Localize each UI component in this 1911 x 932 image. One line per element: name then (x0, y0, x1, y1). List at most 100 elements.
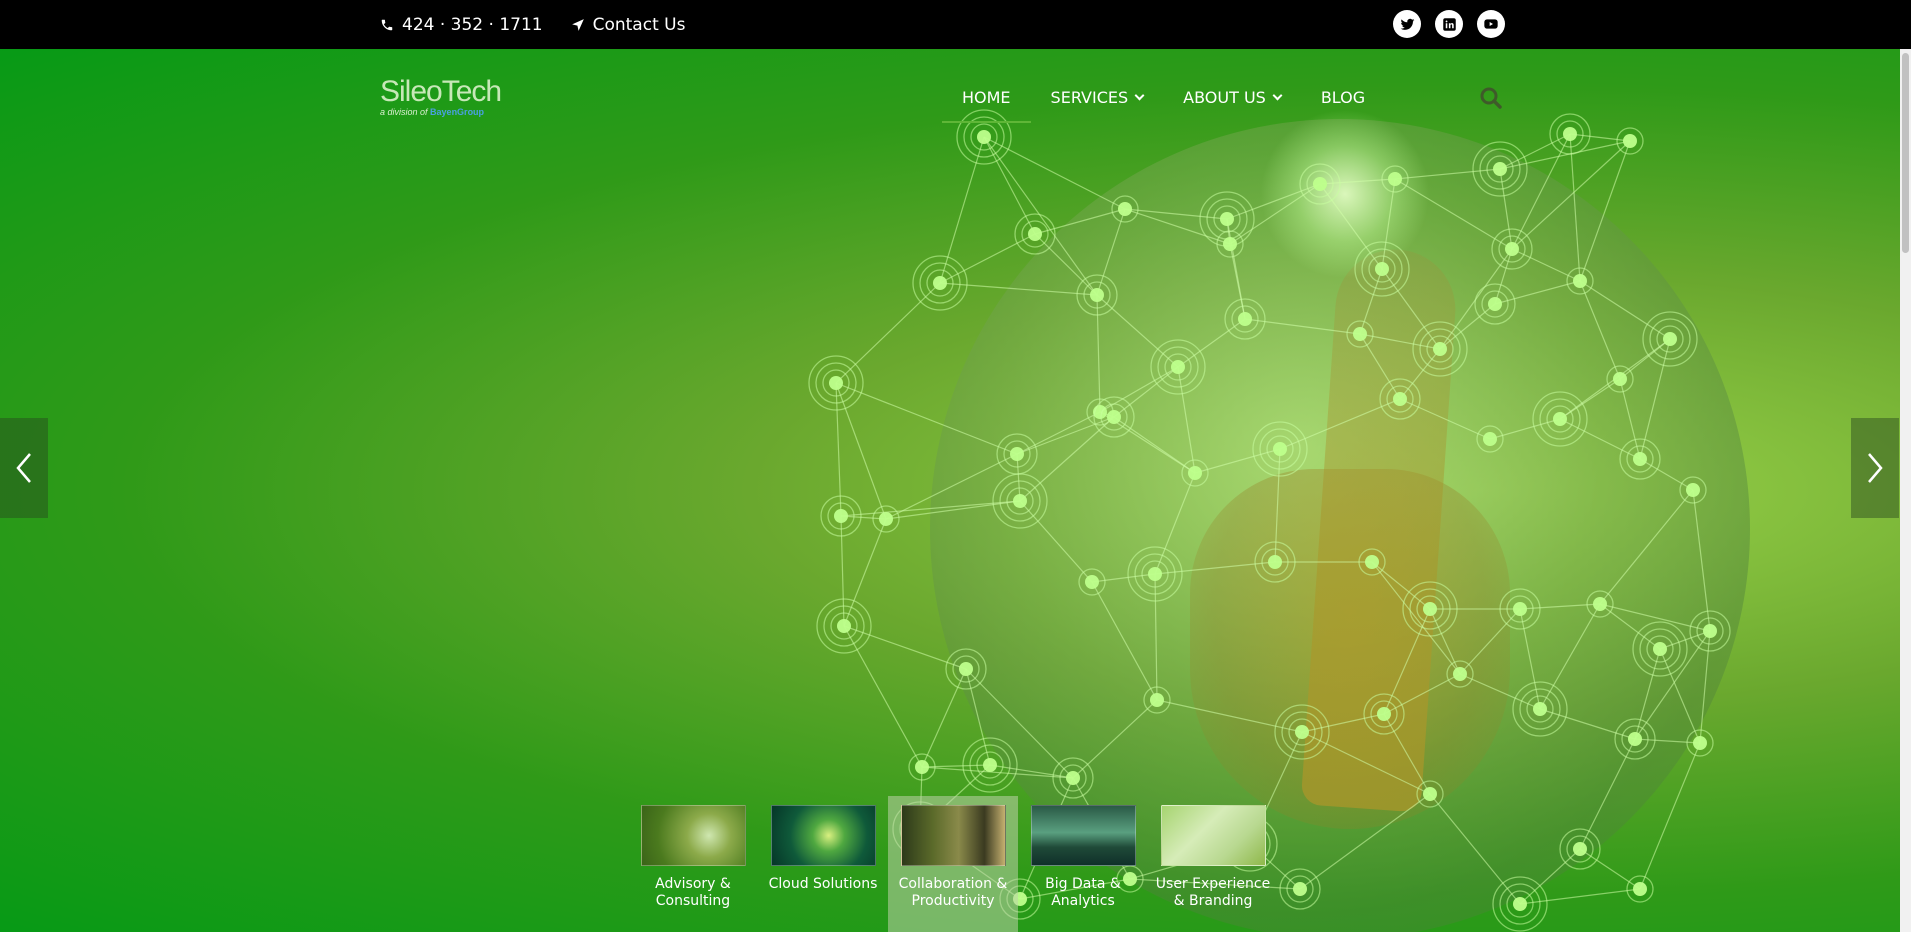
network-line (1096, 294, 1179, 368)
network-line (843, 625, 923, 768)
network-line (1244, 318, 1361, 335)
network-line (1494, 248, 1513, 305)
network-line (1579, 140, 1631, 282)
nav-about-us[interactable]: ABOUT US (1163, 84, 1301, 111)
network-line (1394, 168, 1501, 180)
chevron-down-icon (1134, 90, 1145, 101)
network-line (1072, 699, 1158, 779)
network-line (983, 136, 1036, 235)
network-line (1579, 738, 1636, 850)
network-node (1299, 163, 1341, 205)
network-line (1154, 472, 1196, 575)
network-line (1154, 561, 1276, 575)
network-line (1399, 398, 1491, 440)
network-node (996, 433, 1038, 475)
contact-info: 424 · 352 · 1711 Contact Us (380, 0, 685, 49)
network-line (1429, 793, 1521, 905)
network-line (1634, 648, 1661, 740)
network-line (1034, 208, 1126, 235)
network-node (945, 648, 987, 690)
network-line (1019, 416, 1115, 502)
network-line (1096, 294, 1101, 413)
thumb-collaboration-productivity[interactable]: Collaboration & Productivity (888, 796, 1018, 932)
network-line (1299, 793, 1431, 890)
logo-subtitle: a division of BayenGroup (380, 107, 485, 117)
network-node (1476, 425, 1504, 453)
network-node (1354, 241, 1410, 297)
nav-blog[interactable]: BLOG (1301, 84, 1385, 111)
thumbnail-image (1160, 805, 1266, 866)
network-node (1532, 391, 1588, 447)
nav-services[interactable]: SERVICES (1031, 84, 1164, 111)
network-node (1150, 339, 1206, 395)
network-line (1274, 448, 1281, 563)
page-scrollbar[interactable] (1900, 49, 1911, 932)
top-bar: 424 · 352 · 1711 Contact Us (0, 0, 1911, 49)
network-node (1632, 621, 1688, 677)
network-line (1019, 500, 1093, 583)
thumbnail-image (1030, 805, 1136, 866)
network-line (1229, 183, 1321, 245)
network-line (1639, 458, 1694, 491)
slider-next-button[interactable] (1851, 418, 1899, 518)
network-line (1319, 178, 1396, 185)
network-line (1381, 268, 1441, 350)
thumbnail-image (640, 805, 746, 866)
network-line (1226, 183, 1321, 220)
network-line (1383, 713, 1431, 795)
search-button[interactable] (1479, 86, 1503, 114)
network-line (1371, 561, 1461, 675)
network-line (939, 136, 985, 284)
chevron-left-icon (16, 453, 31, 483)
thumbnail-label: User Experience & Branding (1155, 876, 1271, 909)
network-line (939, 233, 1036, 284)
network-line (1383, 608, 1431, 715)
thumbnail-label: Advisory & Consulting (655, 876, 731, 909)
thumbnail-image (900, 805, 1006, 866)
network-line (1539, 708, 1636, 740)
network-line (1016, 453, 1021, 502)
network-node (1642, 311, 1698, 367)
network-line (1659, 648, 1701, 744)
network-line (965, 668, 991, 766)
network-line (1599, 603, 1711, 632)
network-line (921, 668, 967, 768)
scrollbar-thumb[interactable] (1902, 53, 1909, 253)
network-line (1359, 333, 1441, 350)
network-node (1491, 228, 1533, 270)
thumb-advisory-consulting[interactable]: Advisory & Consulting (628, 796, 758, 932)
thumb-big-data-analytics[interactable]: Big Data & Analytics (1018, 796, 1148, 932)
network-node (1252, 421, 1308, 477)
network-line (840, 515, 845, 627)
thumb-cloud-solutions[interactable]: Cloud Solutions (758, 796, 888, 932)
network-node (1689, 610, 1731, 652)
network-line (1519, 608, 1541, 710)
network-line (1113, 416, 1196, 474)
contact-us-link[interactable]: Contact Us (571, 15, 685, 35)
network-line (921, 764, 991, 768)
network-node (1274, 704, 1330, 760)
network-line (1177, 366, 1196, 474)
network-node (956, 109, 1012, 165)
network-line (1016, 416, 1115, 455)
network-node (1619, 438, 1661, 480)
linkedin-icon[interactable] (1435, 10, 1463, 38)
thumb-user-experience-branding[interactable]: User Experience & Branding (1148, 796, 1278, 932)
site-logo[interactable]: SileoTech a division of BayenGroup (380, 75, 502, 117)
network-node (1346, 320, 1374, 348)
network-line (1699, 630, 1711, 744)
network-line (1639, 742, 1701, 890)
network-line (1359, 268, 1383, 335)
network-node (1606, 365, 1634, 393)
twitter-icon[interactable] (1393, 10, 1421, 38)
chevron-down-icon (1272, 90, 1283, 101)
nav-home[interactable]: HOME (942, 84, 1031, 123)
youtube-icon[interactable] (1477, 10, 1505, 38)
network-line (1569, 133, 1581, 282)
phone-link[interactable]: 424 · 352 · 1711 (380, 15, 543, 35)
slider-prev-button[interactable] (0, 418, 48, 518)
thumbnail-label: Collaboration & Productivity (898, 876, 1008, 909)
network-node (1679, 476, 1707, 504)
network-node (1279, 868, 1321, 910)
network-node (1014, 213, 1056, 255)
